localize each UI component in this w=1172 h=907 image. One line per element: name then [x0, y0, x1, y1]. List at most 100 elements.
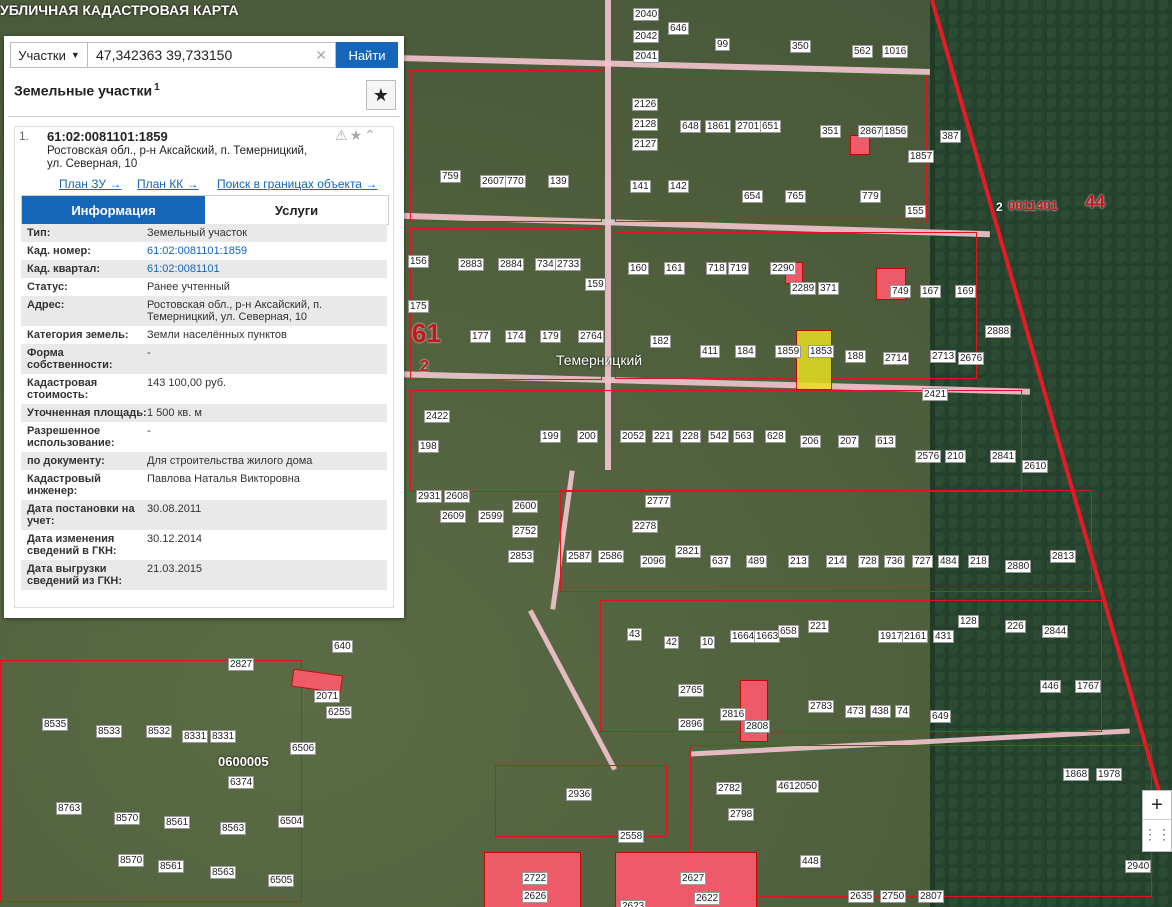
parcel-number-label: 1856 [882, 125, 909, 138]
parcel-number-label: 226 [1005, 620, 1026, 633]
plan-zu-link[interactable]: План ЗУ → [59, 177, 121, 191]
parcel-number-label: 2888 [985, 325, 1012, 338]
clear-icon[interactable]: ✕ [315, 47, 327, 64]
info-row: Категория земель: Земли населённых пункто… [21, 326, 387, 344]
selected-parcel[interactable] [796, 330, 832, 390]
parcel-number-label: 2040 [633, 8, 660, 21]
parcel-number-label: 128 [958, 615, 979, 628]
parcel-number-label: 2609 [440, 510, 467, 523]
parcel-number-label: 613 [875, 435, 896, 448]
parcel-number-label: 448 [800, 855, 821, 868]
favorite-button[interactable]: ★ [366, 80, 396, 110]
info-key: Кадастровая стоимость: [27, 377, 98, 401]
parcel-number-label: 2608 [444, 490, 471, 503]
parcel-number-label: 142 [668, 180, 689, 193]
parcel-number-label: 2783 [808, 700, 835, 713]
info-table: Тип: Земельный участок Кад. номер: 61:02:00… [21, 224, 387, 590]
quarter-label: 61 [412, 318, 441, 348]
star-icon[interactable]: ★ [350, 127, 365, 143]
parcel-number-label: 2071 [314, 690, 341, 703]
parcel-number-label: 2782 [716, 782, 743, 795]
info-key: Дата изменения сведений в ГКН: [27, 533, 117, 557]
more-icon[interactable]: ⋮⋮ [1143, 820, 1171, 848]
parcel-number-label: 2821 [675, 545, 702, 558]
parcel-number-label: 651 [760, 120, 781, 133]
parcel-number-label: 210 [945, 450, 966, 463]
parcel-number-label: 2798 [728, 808, 755, 821]
parcel-number-label: 2816 [720, 708, 747, 721]
parcel-number-label: 473 [845, 705, 866, 718]
search-input-value: 47,342363 39,733150 [96, 47, 233, 63]
panel-title-text: Земельные участки [14, 82, 153, 99]
plan-kk-link[interactable]: План КК → [137, 177, 199, 191]
parcel-number-label: 2599 [478, 510, 505, 523]
zoom-in-button[interactable]: + [1143, 791, 1171, 820]
parcel-number-label: 734 [535, 258, 556, 271]
parcel-number-label: 2701 [735, 120, 762, 133]
info-row: Кадастровая стоимость: 143 100,00 руб. [21, 374, 387, 404]
parcel-number-label: 139 [548, 175, 569, 188]
info-key: Кад. квартал: [27, 263, 101, 275]
parcel-number-label: 2607 [480, 175, 507, 188]
info-value: Ранее учтенный [147, 281, 230, 293]
parcel-number-label: 2883 [458, 258, 485, 271]
parcel-number-label: 198 [418, 440, 439, 453]
parcel-number-label: 213 [788, 555, 809, 568]
parcel-number-label: 727 [912, 555, 933, 568]
info-value[interactable]: 61:02:0081101 [147, 263, 387, 275]
info-value[interactable]: 61:02:0081101:1859 [147, 245, 387, 257]
parcel-number-label: 387 [940, 130, 961, 143]
parcel-number-label: 8532 [146, 725, 173, 738]
parcel-number-label: 2676 [958, 352, 985, 365]
parcel-number-label: 141 [630, 180, 651, 193]
panel-title: Земельные участки 1 [14, 82, 160, 99]
chevron-down-icon: ▼ [70, 50, 80, 60]
parcel-number-label: 2422 [424, 410, 451, 423]
building [850, 135, 870, 155]
parcel-number-label: 8331 [210, 730, 237, 743]
parcel-number-label: 8331 [182, 730, 209, 743]
info-value: 143 100,00 руб. [147, 377, 227, 389]
parcel-number-label: 2626 [522, 890, 549, 903]
parcel-number-label: 2807 [918, 890, 945, 903]
search-in-bounds-link[interactable]: Поиск в границах объекта → [217, 177, 377, 191]
parcel-number-label: 8533 [96, 725, 123, 738]
parcel-number-label: 6374 [228, 776, 255, 789]
district-number: 44 [1085, 192, 1106, 212]
info-key: Разрешенное использование: [27, 425, 115, 449]
search-scope-dropdown[interactable]: Участки ▼ [10, 42, 88, 68]
parcel-number-label: 199 [540, 430, 561, 443]
parcel-number-label: 200 [577, 430, 598, 443]
parcel-number-label: 1861 [705, 120, 732, 133]
parcel-number-label: 2161 [902, 630, 929, 643]
parcel-number-label: 718 [706, 262, 727, 275]
parcel-number-label: 8563 [220, 822, 247, 835]
chevron-up-icon[interactable]: ⌃ [364, 127, 378, 143]
warning-icon[interactable]: ⚠ [335, 127, 350, 143]
star-icon: ★ [372, 84, 390, 105]
search-panel: Участки ▼ 47,342363 39,733150 ✕ Найти Зе… [4, 36, 404, 618]
result-cad-number[interactable]: 61:02:0081101:1859 [47, 129, 168, 144]
parcel-number-label: 2290 [770, 262, 797, 275]
parcel-number-label: 174 [505, 330, 526, 343]
parcel-number-label: 206 [800, 435, 821, 448]
parcel-number-label: 411 [700, 345, 720, 358]
card-tabs: Информация Услуги [21, 195, 389, 225]
tab-services[interactable]: Услуги [205, 196, 388, 224]
parcel-number-label: 2421 [922, 388, 949, 401]
parcel-number-label: 214 [826, 555, 847, 568]
tab-information[interactable]: Информация [22, 196, 205, 224]
parcel-number-label: 2576 [915, 450, 942, 463]
search-input[interactable]: 47,342363 39,733150 ✕ [88, 42, 336, 68]
parcel-number-label: 2764 [578, 330, 605, 343]
parcel-number-label: 1859 [775, 345, 802, 358]
parcel-number-label: 2622 [694, 892, 721, 905]
search-button[interactable]: Найти [336, 42, 398, 68]
info-value: 1 500 кв. м [147, 407, 202, 419]
parcel-number-label: 2722 [522, 872, 549, 885]
parcel-number-label: 2635 [848, 890, 875, 903]
info-row: Дата выгрузки сведений из ГКН: 21.03.2015 [21, 560, 387, 590]
parcel-number-label: 2777 [645, 495, 672, 508]
parcel-number-label: 2931 [416, 490, 443, 503]
info-row: Разрешенное использование: - [21, 422, 387, 452]
